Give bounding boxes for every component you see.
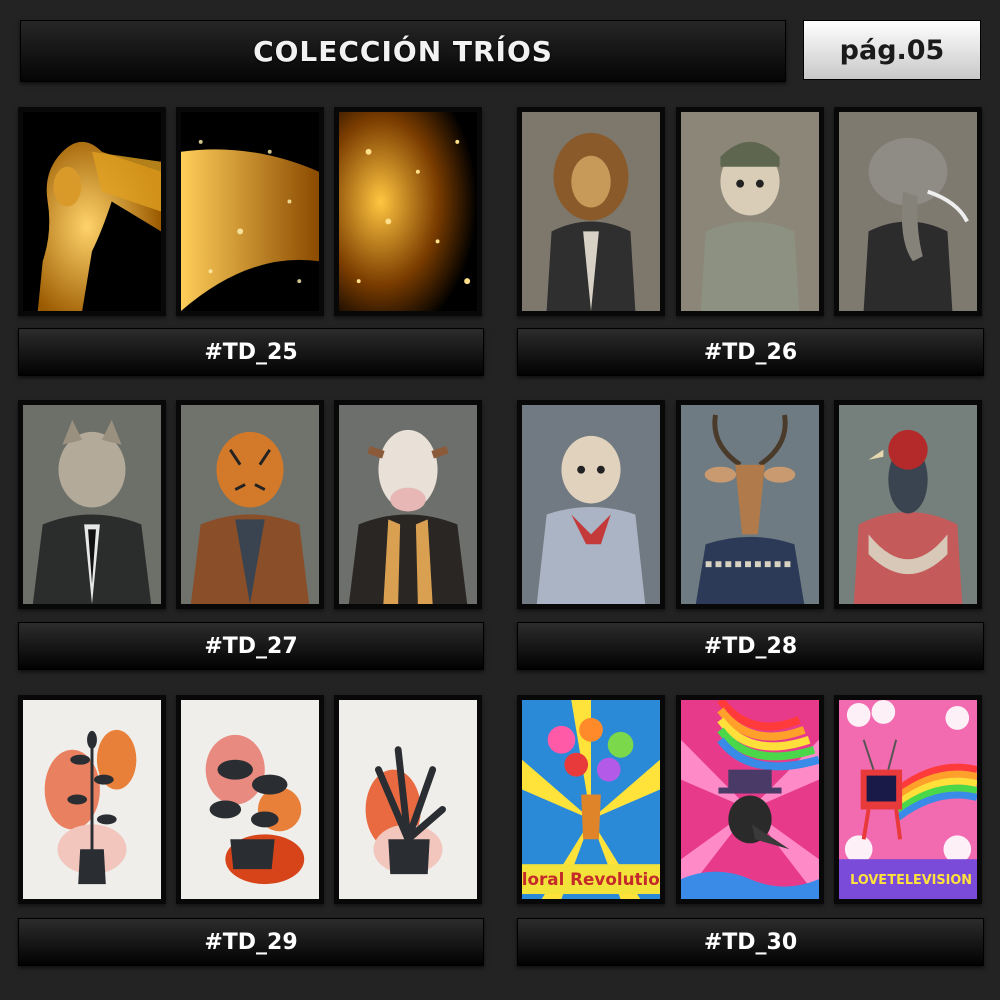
trio-label-td28: #TD_28 xyxy=(517,622,984,670)
page-number: pág.05 xyxy=(839,34,945,66)
artwork-antelope-in-sweater[interactable] xyxy=(676,400,824,609)
artwork-golden-glitter-particles[interactable] xyxy=(334,107,482,316)
artwork-golden-woman[interactable] xyxy=(18,107,166,316)
trio-code: #TD_29 xyxy=(204,929,298,955)
artwork-wolf-in-suit[interactable] xyxy=(18,400,166,609)
artwork-lion-in-suit[interactable] xyxy=(517,107,665,316)
artwork-bird-with-shawl[interactable] xyxy=(834,400,982,609)
trio-code: #TD_25 xyxy=(204,339,298,365)
artwork-dog-in-hoodie[interactable] xyxy=(676,107,824,316)
artwork-dog-with-scarf[interactable] xyxy=(517,400,665,609)
collection-title-bar: COLECCIÓN TRÍOS xyxy=(20,20,786,82)
collection-title: COLECCIÓN TRÍOS xyxy=(253,34,553,68)
trio-code: #TD_30 xyxy=(703,929,798,955)
love-text: LOVE xyxy=(850,873,887,888)
trio-label-td30: #TD_30 xyxy=(517,918,984,966)
trio-label-td29: #TD_29 xyxy=(18,918,484,966)
artwork-cow-in-leather-jacket[interactable] xyxy=(334,400,482,609)
artwork-golden-glitter-hair[interactable] xyxy=(176,107,324,316)
trio-code: #TD_26 xyxy=(703,339,798,365)
artwork-love-television-poster[interactable]: LOVE TELEVISION xyxy=(834,695,982,904)
artwork-floral-revolution-poster[interactable]: Floral Revolution xyxy=(517,695,665,904)
trio-code: #TD_27 xyxy=(204,633,298,659)
trio-label-td25: #TD_25 xyxy=(18,328,484,376)
trio-label-td26: #TD_26 xyxy=(517,328,984,376)
artwork-tiger-in-coat[interactable] xyxy=(176,400,324,609)
artwork-plant-in-pot[interactable] xyxy=(176,695,324,904)
artwork-plague-doctor-rainbow-poster[interactable] xyxy=(676,695,824,904)
artwork-elephant-in-suit[interactable] xyxy=(834,107,982,316)
floral-revolution-text: Floral Revolution xyxy=(522,869,660,889)
trio-label-td27: #TD_27 xyxy=(18,622,484,670)
television-text: TELEVISION xyxy=(887,873,972,888)
artwork-plant-in-vase[interactable] xyxy=(18,695,166,904)
page-number-badge: pág.05 xyxy=(803,20,981,80)
trio-code: #TD_28 xyxy=(703,633,798,659)
artwork-leaf-plant-in-pot[interactable] xyxy=(334,695,482,904)
